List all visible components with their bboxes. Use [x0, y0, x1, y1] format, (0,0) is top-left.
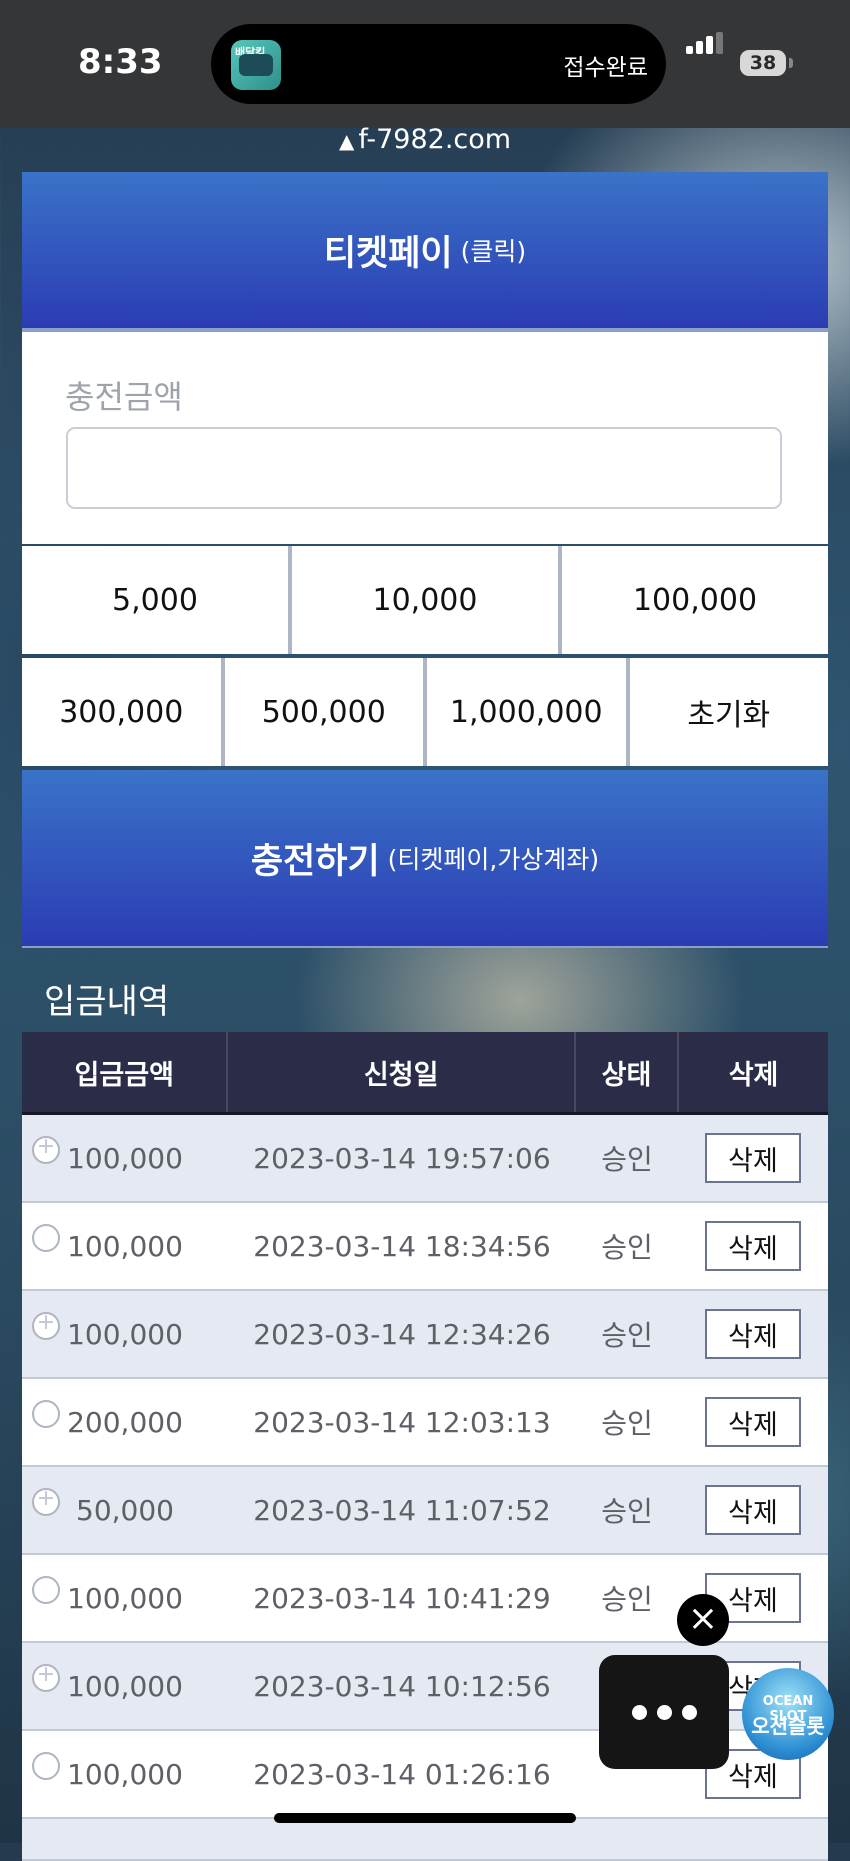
table-row: 200,000 2023-03-14 12:03:13 승인 삭제 — [22, 1379, 828, 1467]
status-cell: 승인 — [601, 1231, 653, 1264]
app-icon: 배달킹 — [231, 40, 281, 90]
delete-cell: 삭제 — [678, 1115, 828, 1201]
amount-1000000-button[interactable]: 1,000,000 — [427, 658, 626, 766]
table-row: 100,000 2023-03-14 19:57:06 승인 삭제 — [22, 1115, 828, 1203]
dot — [681, 1704, 697, 1720]
charge-amount-input[interactable] — [66, 427, 782, 509]
battery-icon: 38 — [740, 50, 786, 76]
amount-cell: 100,000 — [22, 1115, 228, 1201]
amount-300000-button[interactable]: 300,000 — [22, 658, 221, 766]
amount-value: 100,000 — [67, 1141, 183, 1175]
status-cell: 승인 — [601, 1143, 653, 1176]
expand-row-icon[interactable] — [32, 1134, 60, 1164]
amount-cell: 200,000 — [22, 1379, 228, 1465]
charge-submit-label: 충전하기 — [250, 841, 380, 882]
amount-100000-button[interactable]: 100,000 — [562, 546, 828, 654]
delete-button[interactable]: 삭제 — [705, 1309, 801, 1359]
expand-row-icon[interactable] — [32, 1662, 60, 1692]
ocean-slot-logo[interactable]: OCEAN SLOT 오션슬롯 — [742, 1668, 834, 1760]
amount-value: 100,000 — [67, 1317, 183, 1351]
delete-button[interactable]: 삭제 — [705, 1397, 801, 1447]
amount-value: 100,000 — [67, 1669, 183, 1703]
more-dots-icon[interactable] — [599, 1655, 729, 1769]
delete-button[interactable]: 삭제 — [705, 1221, 801, 1271]
column-delete: 삭제 — [728, 1059, 779, 1091]
table-row: 100,000 2023-03-14 12:34:26 승인 삭제 — [22, 1291, 828, 1379]
ticketpay-header-button[interactable]: 티켓페이 (클릭) — [22, 172, 828, 332]
expand-row-icon[interactable] — [32, 1310, 60, 1340]
table-row: 100,000 2023-03-14 18:34:56 승인 삭제 — [22, 1203, 828, 1291]
status-cell: 승인 — [601, 1319, 653, 1352]
battery-tip — [789, 58, 793, 68]
date-cell: 2023-03-14 11:07:52 — [253, 1493, 551, 1527]
amount-cell: 100,000 — [22, 1643, 228, 1729]
scooter-icon — [239, 54, 273, 76]
charge-submit-sub: (티켓페이,가상계좌) — [387, 845, 600, 874]
delete-button[interactable]: 삭제 — [705, 1133, 801, 1183]
warning-icon: ▲ — [338, 129, 355, 153]
status-bar: 8:33 배달킹 접수완료 38 ▲ f-7982.com — [0, 0, 850, 155]
expand-row-icon[interactable] — [32, 1576, 60, 1604]
dot — [631, 1704, 647, 1720]
amount-value: 100,000 — [67, 1757, 183, 1791]
url-text: f-7982.com — [358, 124, 512, 155]
amount-value: 100,000 — [67, 1229, 183, 1263]
home-indicator[interactable] — [274, 1813, 576, 1823]
ticketpay-title: 티켓페이 — [323, 233, 453, 274]
deposit-history-title: 입금내역 — [44, 982, 170, 1022]
column-amount: 입금금액 — [22, 1032, 229, 1112]
date-cell: 2023-03-14 12:34:26 — [253, 1317, 551, 1351]
amount-cell: 50,000 — [22, 1467, 228, 1553]
amount-value: 200,000 — [67, 1405, 183, 1439]
reset-button[interactable]: 초기화 — [629, 658, 828, 766]
date-cell: 2023-03-14 12:03:13 — [253, 1405, 551, 1439]
amount-cell: 100,000 — [22, 1291, 228, 1377]
amount-value: 100,000 — [67, 1581, 183, 1615]
amount-10000-button[interactable]: 10,000 — [292, 546, 558, 654]
island-status-text: 접수완료 — [563, 55, 648, 81]
amount-5000-button[interactable]: 5,000 — [22, 546, 288, 654]
expand-row-icon[interactable] — [32, 1400, 60, 1428]
status-time: 8:33 — [78, 42, 163, 82]
date-cell: 2023-03-14 10:41:29 — [253, 1581, 551, 1615]
amount-cell: 100,000 — [22, 1555, 228, 1641]
dynamic-island: 배달킹 접수완료 — [211, 24, 666, 104]
amount-cell: 100,000 — [22, 1203, 228, 1289]
date-cell: 2023-03-14 01:26:16 — [253, 1757, 551, 1791]
charge-amount-label: 충전금액 — [65, 378, 183, 416]
amount-buttons-row-2: 300,000 500,000 1,000,000 초기화 — [22, 658, 828, 766]
ticketpay-click-hint: (클릭) — [460, 237, 527, 266]
status-cell: 승인 — [601, 1407, 653, 1440]
charge-amount-box: 충전금액 — [22, 332, 828, 544]
delete-cell: 삭제 — [678, 1203, 828, 1289]
amount-buttons-row-1: 5,000 10,000 100,000 — [22, 546, 828, 654]
column-date: 신청일 — [228, 1032, 576, 1112]
expand-row-icon[interactable] — [32, 1752, 60, 1780]
status-cell: 승인 — [601, 1495, 653, 1528]
charge-submit-button[interactable]: 충전하기 (티켓페이,가상계좌) — [22, 770, 828, 948]
column-status: 상태 — [576, 1032, 680, 1112]
expand-row-icon[interactable] — [32, 1486, 60, 1516]
logo-line-2: 오션슬롯 — [751, 1714, 825, 1738]
url-bar[interactable]: ▲ f-7982.com — [0, 124, 850, 155]
date-cell: 2023-03-14 19:57:06 — [253, 1141, 551, 1175]
amount-cell: 100,000 — [22, 1731, 228, 1817]
delete-button[interactable]: 삭제 — [705, 1485, 801, 1535]
delete-cell: 삭제 — [678, 1467, 828, 1553]
expand-row-icon[interactable] — [32, 1224, 60, 1252]
table-header: 입금금액 신청일 상태 삭제 — [22, 1032, 828, 1115]
status-cell: 승인 — [601, 1583, 653, 1616]
amount-value: 50,000 — [76, 1493, 174, 1527]
amount-500000-button[interactable]: 500,000 — [224, 658, 423, 766]
table-row: 50,000 2023-03-14 11:07:52 승인 삭제 — [22, 1467, 828, 1555]
delete-cell: 삭제 — [678, 1379, 828, 1465]
date-cell: 2023-03-14 18:34:56 — [253, 1229, 551, 1263]
close-icon[interactable]: × — [677, 1594, 729, 1646]
dot — [656, 1704, 672, 1720]
date-cell: 2023-03-14 10:12:56 — [253, 1669, 551, 1703]
delete-cell: 삭제 — [678, 1291, 828, 1377]
table-row-partial — [22, 1819, 828, 1861]
